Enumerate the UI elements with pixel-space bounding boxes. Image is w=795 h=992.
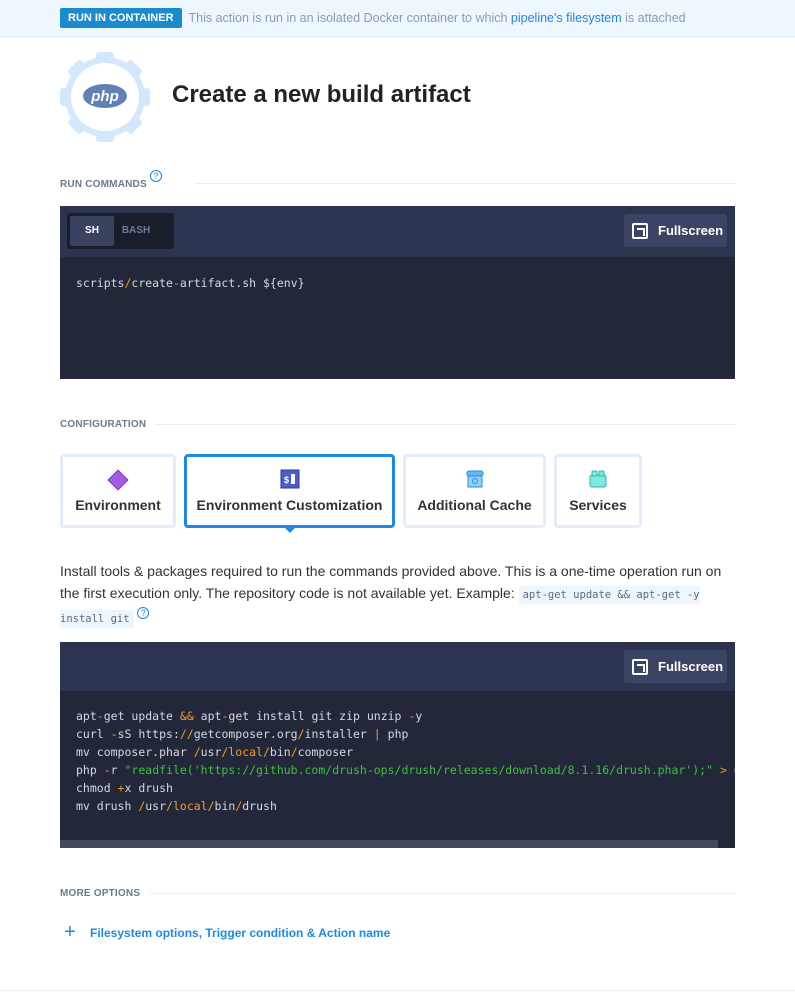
tab-sh[interactable]: SH xyxy=(70,216,114,246)
code-line: curl -sS https://getcomposer.org/install… xyxy=(76,727,409,741)
card-additional-cache[interactable]: Additional Cache xyxy=(403,454,546,528)
cache-box-icon xyxy=(466,470,483,488)
container-banner: RUN IN CONTAINER This action is run in a… xyxy=(0,0,795,37)
divider xyxy=(155,424,735,425)
code-editor[interactable]: apt-get update && apt-get install git zi… xyxy=(60,691,735,840)
horizontal-scrollbar[interactable] xyxy=(60,840,718,848)
configuration-heading: CONFIGURATION xyxy=(60,419,147,430)
svg-text:$: $ xyxy=(284,475,289,485)
run-in-container-badge: RUN IN CONTAINER xyxy=(60,8,182,28)
services-icon xyxy=(589,470,607,488)
banner-text-end: is attached xyxy=(621,11,686,25)
fullscreen-icon xyxy=(632,222,648,239)
plus-icon: + xyxy=(64,921,76,943)
code-editor[interactable]: scripts/create-artifact.sh ${env} xyxy=(60,257,735,309)
terminal-icon: $ xyxy=(280,469,299,489)
divider xyxy=(150,893,735,894)
svg-text:php: php xyxy=(90,88,119,105)
code-line: apt-get update && apt-get install git zi… xyxy=(76,709,423,723)
divider xyxy=(195,183,735,184)
run-commands-heading: RUN COMMANDS ? xyxy=(60,170,162,190)
fullscreen-button[interactable]: Fullscreen xyxy=(624,214,727,247)
card-environment-customization[interactable]: $ Environment Customization xyxy=(184,454,395,533)
fullscreen-button[interactable]: Fullscreen xyxy=(624,650,727,683)
code-line: scripts/create-artifact.sh ${env} xyxy=(76,276,305,290)
shell-tabs: SH BASH xyxy=(67,213,174,249)
php-gear-logo: php xyxy=(60,52,150,142)
help-icon[interactable]: ? xyxy=(149,170,162,182)
help-icon[interactable]: ? xyxy=(137,607,150,619)
divider xyxy=(0,990,795,991)
code-line: php -r "readfile('https://github.com/dru… xyxy=(76,763,735,777)
diamond-icon xyxy=(107,469,129,491)
configuration-cards: Environment $ Environment Customization … xyxy=(60,454,642,533)
run-commands-editor[interactable]: SH BASH Fullscreen scripts/create-artifac… xyxy=(60,206,735,379)
fullscreen-icon xyxy=(632,658,648,675)
card-environment[interactable]: Environment xyxy=(60,454,176,528)
page-title: Create a new build artifact xyxy=(172,81,471,108)
more-options-toggle[interactable]: + Filesystem options, Trigger condition &… xyxy=(60,921,390,944)
code-line: mv composer.phar /usr/local/bin/composer xyxy=(76,745,354,759)
code-line: chmod +x drush xyxy=(76,781,173,795)
code-line: mv drush /usr/local/bin/drush xyxy=(76,799,277,813)
tab-bash[interactable]: BASH xyxy=(114,216,158,246)
filesystem-link[interactable]: pipeline's filesystem xyxy=(511,11,622,25)
banner-text: This action is run in an isolated Docker… xyxy=(188,11,511,25)
more-options-heading: MORE OPTIONS xyxy=(60,888,141,899)
customization-description: Install tools & packages required to run… xyxy=(60,560,740,630)
customization-editor[interactable]: Fullscreen apt-get update && apt-get ins… xyxy=(60,642,735,848)
card-services[interactable]: Services xyxy=(554,454,642,528)
